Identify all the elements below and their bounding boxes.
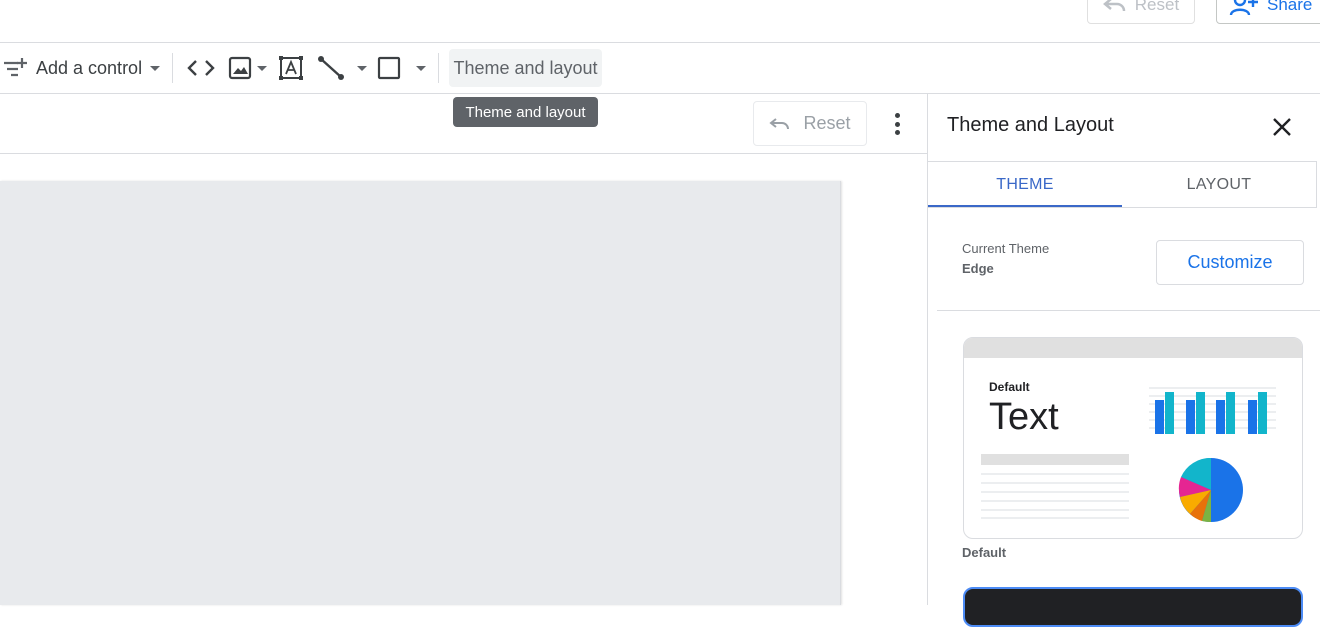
image-button[interactable]	[227, 55, 267, 81]
tabs-edge	[1316, 162, 1317, 208]
theme-and-layout-button[interactable]: Theme and layout	[449, 49, 602, 87]
line-button[interactable]	[317, 55, 367, 81]
customize-button[interactable]: Customize	[1156, 240, 1304, 285]
filter-add-icon	[4, 58, 27, 77]
chevron-down-icon	[150, 65, 161, 71]
pie-chart-preview	[1178, 457, 1243, 523]
active-tab-indicator	[928, 205, 1122, 207]
bar-chart-preview	[1149, 387, 1276, 434]
share-label: Share	[1267, 0, 1313, 14]
image-icon	[228, 56, 252, 80]
add-control-button[interactable]: Add a control	[2, 54, 161, 82]
theme-card-default[interactable]: Default Text	[963, 337, 1303, 539]
header-reset-button[interactable]: Reset	[1087, 0, 1195, 24]
report-page[interactable]	[0, 181, 841, 605]
chevron-down-icon	[257, 65, 267, 71]
text-button[interactable]	[278, 55, 304, 81]
panel-title: Theme and Layout	[947, 114, 1114, 136]
canvas-reset-label: Reset	[803, 113, 851, 133]
theme-card-dark[interactable]	[963, 587, 1303, 627]
canvas-reset-button[interactable]: Reset	[753, 101, 867, 146]
chevron-down-icon	[357, 65, 367, 71]
current-theme-name: Edge	[962, 261, 994, 276]
chevron-down-icon	[416, 65, 426, 71]
tab-layout[interactable]: LAYOUT	[1122, 162, 1316, 207]
share-button[interactable]: Share	[1216, 0, 1320, 24]
tooltip: Theme and layout	[453, 97, 598, 127]
card-small-label: Default	[989, 380, 1030, 394]
line-icon	[318, 56, 344, 80]
shape-button[interactable]	[376, 55, 426, 81]
tab-theme[interactable]: THEME	[928, 162, 1122, 207]
card-header-bar	[964, 338, 1302, 358]
embed-url-button[interactable]	[186, 56, 216, 80]
undo-icon	[769, 117, 790, 129]
card-big-text: Text	[989, 396, 1059, 438]
person-add-icon	[1229, 0, 1258, 16]
table-preview	[981, 454, 1129, 519]
close-icon[interactable]	[1268, 113, 1296, 141]
toolbar-divider	[438, 53, 439, 83]
tabs-bottom-divider	[928, 207, 1317, 208]
add-control-label: Add a control	[36, 57, 143, 78]
more-vert-icon[interactable]	[889, 110, 905, 138]
section-divider	[937, 310, 1320, 311]
toolbar-divider	[172, 53, 173, 83]
theme-card-caption: Default	[962, 545, 1007, 560]
undo-icon	[1102, 0, 1126, 12]
current-theme-label: Current Theme	[962, 241, 1050, 256]
code-icon	[187, 60, 215, 76]
header-reset-label: Reset	[1134, 0, 1180, 14]
rectangle-icon	[377, 56, 401, 80]
text-box-icon	[279, 56, 303, 80]
